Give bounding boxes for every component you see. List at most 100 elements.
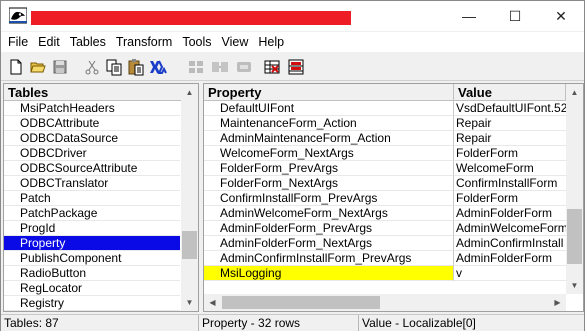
property-cell[interactable]: AdminFolderForm_NextArgs bbox=[204, 236, 454, 251]
table-row[interactable]: AdminWelcomeForm_NextArgs AdminFolderForm bbox=[204, 206, 583, 221]
validate-icon[interactable] bbox=[187, 58, 205, 76]
table-name-label: PublishComponent bbox=[4, 251, 180, 266]
status-tables-count: Tables: 87 bbox=[1, 315, 199, 331]
merge-module-icon[interactable] bbox=[211, 58, 229, 76]
grid-vertical-scrollbar[interactable]: ▲ ▼ bbox=[566, 84, 583, 294]
status-bar: Tables: 87 Property - 32 rows Value - Lo… bbox=[1, 314, 584, 331]
table-name-label: Registry bbox=[4, 296, 180, 311]
find-icon[interactable] bbox=[149, 58, 167, 76]
title-bar[interactable]: — ☐ ✕ bbox=[1, 1, 584, 31]
property-cell[interactable]: ConfirmInstallForm_PrevArgs bbox=[204, 191, 454, 206]
value-cell[interactable]: Repair bbox=[454, 131, 566, 146]
table-list-item[interactable]: PublishComponent bbox=[4, 251, 198, 266]
paste-icon[interactable] bbox=[127, 58, 145, 76]
tables-column-header[interactable]: Tables bbox=[4, 84, 182, 101]
table-list-item[interactable]: ODBCDriver bbox=[4, 146, 198, 161]
property-cell[interactable]: MaintenanceForm_Action bbox=[204, 116, 454, 131]
table-list-item[interactable]: MsiPatchHeaders bbox=[4, 101, 198, 116]
scroll-up-arrow-icon[interactable]: ▲ bbox=[566, 84, 583, 101]
value-cell[interactable]: v bbox=[454, 266, 566, 281]
property-cell[interactable]: AdminWelcomeForm_NextArgs bbox=[204, 206, 454, 221]
scroll-up-arrow-icon[interactable]: ▲ bbox=[181, 84, 198, 101]
table-list-item[interactable]: ODBCDataSource bbox=[4, 131, 198, 146]
scroll-down-arrow-icon[interactable]: ▼ bbox=[181, 294, 198, 311]
menu-tables[interactable]: Tables bbox=[65, 32, 111, 52]
table-name-label: ODBCAttribute bbox=[4, 116, 180, 131]
table-list-item[interactable]: ODBCAttribute bbox=[4, 116, 198, 131]
table-row[interactable]: WelcomeForm_NextArgs FolderForm bbox=[204, 146, 583, 161]
property-cell[interactable]: MsiLogging bbox=[204, 266, 454, 281]
table-row[interactable]: AdminConfirmInstallForm_PrevArgs AdminFol… bbox=[204, 251, 583, 266]
tables-list: MsiPatchHeaders ODBCAttribute ODBCDataSour… bbox=[4, 101, 198, 311]
table-list-item[interactable]: ProgId bbox=[4, 221, 198, 236]
scroll-left-arrow-icon[interactable]: ◀ bbox=[204, 294, 221, 311]
grid-vscroll-thumb[interactable] bbox=[567, 209, 582, 264]
compare-icon[interactable] bbox=[287, 58, 305, 76]
value-cell[interactable]: Repair bbox=[454, 116, 566, 131]
table-row[interactable]: FolderForm_PrevArgs WelcomeForm bbox=[204, 161, 583, 176]
table-row[interactable]: DefaultUIFont VsdDefaultUIFont.524 bbox=[204, 101, 583, 116]
save-icon[interactable] bbox=[51, 58, 69, 76]
scroll-right-arrow-icon[interactable]: ▶ bbox=[549, 294, 566, 311]
property-cell[interactable]: AdminMaintenanceForm_Action bbox=[204, 131, 454, 146]
table-list-item[interactable]: ODBCTranslator bbox=[4, 176, 198, 191]
table-row[interactable]: FolderForm_NextArgs ConfirmInstallForm bbox=[204, 176, 583, 191]
property-cell[interactable]: FolderForm_NextArgs bbox=[204, 176, 454, 191]
cut-icon[interactable] bbox=[83, 58, 101, 76]
new-icon[interactable] bbox=[7, 58, 25, 76]
maximize-button[interactable]: ☐ bbox=[492, 1, 538, 31]
table-row[interactable]: MsiLogging v bbox=[204, 266, 583, 281]
table-name-label: ProgId bbox=[4, 221, 180, 236]
value-cell[interactable]: AdminFolderForm bbox=[454, 206, 566, 221]
menu-file[interactable]: File bbox=[3, 32, 33, 52]
scroll-down-arrow-icon[interactable]: ▼ bbox=[566, 277, 583, 294]
menu-transform[interactable]: Transform bbox=[111, 32, 178, 52]
table-list-item[interactable]: Registry bbox=[4, 296, 198, 311]
table-list-item[interactable]: RegLocator bbox=[4, 281, 198, 296]
property-column-header[interactable]: Property bbox=[204, 84, 454, 101]
menu-edit[interactable]: Edit bbox=[33, 32, 65, 52]
table-list-item[interactable]: RadioButton bbox=[4, 266, 198, 281]
grid-horizontal-scrollbar[interactable]: ◀ ▶ bbox=[204, 294, 566, 311]
table-row[interactable]: MaintenanceForm_Action Repair bbox=[204, 116, 583, 131]
value-cell[interactable]: VsdDefaultUIFont.524 bbox=[454, 101, 566, 116]
property-cell[interactable]: AdminFolderForm_PrevArgs bbox=[204, 221, 454, 236]
close-button[interactable]: ✕ bbox=[538, 1, 584, 31]
open-icon[interactable] bbox=[29, 58, 47, 76]
property-cell[interactable]: WelcomeForm_NextArgs bbox=[204, 146, 454, 161]
property-grid-pane: Property Value DefaultUIFont VsdDefaultUI… bbox=[203, 83, 584, 312]
minimize-button[interactable]: — bbox=[446, 1, 492, 31]
apply-icon[interactable] bbox=[263, 58, 281, 76]
table-list-item[interactable]: ODBCSourceAttribute bbox=[4, 161, 198, 176]
tables-scroll-thumb[interactable] bbox=[182, 231, 197, 259]
value-cell[interactable]: AdminWelcomeForm bbox=[454, 221, 566, 236]
property-cell[interactable]: FolderForm_PrevArgs bbox=[204, 161, 454, 176]
table-row[interactable]: AdminMaintenanceForm_Action Repair bbox=[204, 131, 583, 146]
grid-hscroll-thumb[interactable] bbox=[222, 296, 380, 309]
value-cell[interactable]: FolderForm bbox=[454, 146, 566, 161]
tables-pane: Tables MsiPatchHeaders ODBCAttribute ODBCD… bbox=[3, 83, 199, 312]
menu-tools[interactable]: Tools bbox=[177, 32, 216, 52]
table-list-item[interactable]: Patch bbox=[4, 191, 198, 206]
table-row[interactable]: ConfirmInstallForm_PrevArgs FolderForm bbox=[204, 191, 583, 206]
copy-icon[interactable] bbox=[105, 58, 123, 76]
table-row[interactable]: AdminFolderForm_PrevArgs AdminWelcomeForm bbox=[204, 221, 583, 236]
property-cell[interactable]: DefaultUIFont bbox=[204, 101, 454, 116]
menu-bar: File Edit Tables Transform Tools View He… bbox=[1, 32, 584, 52]
table-list-item[interactable]: PatchPackage bbox=[4, 206, 198, 221]
value-cell[interactable]: AdminConfirmInstall bbox=[454, 236, 566, 251]
table-list-item[interactable]: Property bbox=[4, 236, 198, 251]
value-column-header[interactable]: Value bbox=[454, 84, 566, 101]
tables-scrollbar[interactable]: ▲ ▼ bbox=[181, 84, 198, 311]
orca-app-icon bbox=[9, 7, 27, 24]
menu-view[interactable]: View bbox=[217, 32, 254, 52]
property-cell[interactable]: AdminConfirmInstallForm_PrevArgs bbox=[204, 251, 454, 266]
table-name-label: RegLocator bbox=[4, 281, 180, 296]
value-cell[interactable]: AdminFolderForm bbox=[454, 251, 566, 266]
transform-icon[interactable] bbox=[235, 58, 253, 76]
menu-help[interactable]: Help bbox=[253, 32, 289, 52]
value-cell[interactable]: ConfirmInstallForm bbox=[454, 176, 566, 191]
value-cell[interactable]: FolderForm bbox=[454, 191, 566, 206]
value-cell[interactable]: WelcomeForm bbox=[454, 161, 566, 176]
table-row[interactable]: AdminFolderForm_NextArgs AdminConfirmInst… bbox=[204, 236, 583, 251]
